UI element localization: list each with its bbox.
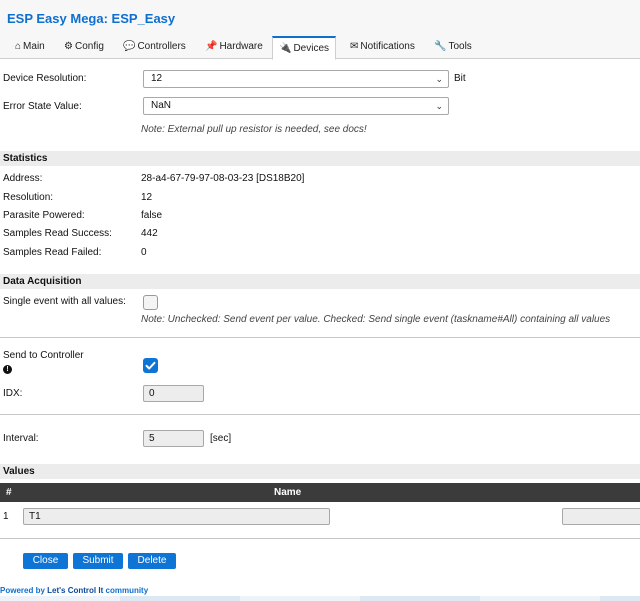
delete-button[interactable]: Delete [128, 553, 176, 569]
stat-value: 28-a4-67-79-97-08-03-23 [DS18B20] [141, 173, 305, 184]
tab-main-label: Main [23, 41, 45, 52]
tab-devices-label: Devices [293, 43, 330, 54]
interval-label: Interval: [3, 433, 39, 444]
stat-label: Address: [3, 173, 43, 184]
app-header: ESP Easy Mega: ESP_Easy [0, 0, 640, 36]
tab-hardware-label: Hardware [219, 41, 263, 52]
app-title: ESP Easy Mega: ESP_Easy [7, 11, 176, 26]
interval-unit: [sec] [210, 433, 232, 444]
stat-value: false [141, 210, 163, 221]
row-number: 1 [3, 511, 9, 522]
tab-hardware[interactable]: 📌 Hardware [199, 36, 269, 59]
plug-icon: 🔌 [279, 43, 292, 54]
wrench-icon: 🔧 [434, 41, 447, 52]
value-name-input[interactable]: T1 [23, 508, 330, 525]
stat-value: 442 [141, 228, 158, 239]
bottom-strip [0, 596, 640, 601]
footer-suffix: community [105, 586, 149, 595]
tab-devices[interactable]: 🔌 Devices [272, 36, 337, 60]
single-event-note: Note: Unchecked: Send event per value. C… [141, 314, 611, 325]
divider [0, 538, 640, 539]
col-name-header: Name [274, 487, 302, 498]
statistics-title: Statistics [3, 153, 48, 164]
close-button[interactable]: Close [23, 553, 68, 569]
tab-controllers[interactable]: 💬 Controllers [117, 36, 192, 59]
tab-main[interactable]: ⌂ Main [9, 36, 51, 59]
statistics-section: Statistics [0, 151, 640, 166]
idx-label: IDX: [3, 388, 23, 399]
nav-tabs: ⌂ Main ⚙ Config 💬 Controllers 📌 Hardware 🔌 De… [0, 35, 640, 60]
error-state-value: NaN [151, 100, 172, 111]
value-extra-input[interactable] [562, 508, 640, 525]
tab-config-label: Config [74, 41, 104, 52]
pullup-note: Note: External pull up resistor is neede… [141, 124, 367, 135]
submit-button[interactable]: Submit [73, 553, 123, 569]
divider [0, 414, 640, 415]
error-state-label: Error State Value: [3, 101, 82, 112]
stat-value: 12 [141, 192, 153, 203]
interval-input[interactable]: 5 [143, 430, 204, 447]
idx-input[interactable]: 0 [143, 385, 204, 402]
gear-icon: ⚙ [64, 41, 73, 52]
footer: Powered by Let's Control It community [0, 586, 148, 595]
data-acquisition-title: Data Acquisition [3, 276, 82, 287]
resolution-select[interactable]: 12 ⌄ [143, 70, 449, 88]
values-title: Values [3, 466, 35, 477]
tab-notifications-label: Notifications [360, 41, 415, 52]
resolution-label: Device Resolution: [3, 73, 87, 84]
footer-link[interactable]: Let's Control It [47, 586, 103, 595]
data-acquisition-section: Data Acquisition [0, 274, 640, 289]
single-event-label: Single event with all values: [3, 296, 126, 307]
chat-icon: 💬 [123, 41, 136, 52]
stat-label: Samples Read Failed: [3, 247, 102, 258]
send-to-controller-checkbox[interactable] [143, 358, 158, 373]
home-icon: ⌂ [15, 41, 22, 52]
info-icon[interactable]: ! [3, 365, 12, 374]
values-table-header: # Name [0, 483, 640, 502]
tab-notifications[interactable]: ✉ Notifications [344, 36, 421, 59]
tab-tools-label: Tools [448, 41, 472, 52]
stat-label: Samples Read Success: [3, 228, 112, 239]
values-section: Values [0, 464, 640, 479]
stat-label: Parasite Powered: [3, 210, 85, 221]
col-number-header: # [6, 487, 12, 498]
divider [0, 337, 640, 338]
resolution-unit: Bit [454, 73, 466, 84]
send-to-controller-label: Send to Controller [3, 350, 84, 361]
stat-label: Resolution: [3, 192, 54, 203]
mail-icon: ✉ [350, 41, 359, 52]
tab-config[interactable]: ⚙ Config [58, 36, 110, 59]
chevron-down-icon: ⌄ [435, 74, 443, 84]
chevron-down-icon: ⌄ [435, 101, 443, 111]
pin-icon: 📌 [205, 41, 218, 52]
error-state-select[interactable]: NaN ⌄ [143, 97, 449, 115]
stat-value: 0 [141, 247, 147, 258]
single-event-checkbox[interactable] [143, 295, 158, 310]
tab-tools[interactable]: 🔧 Tools [428, 36, 478, 59]
tab-controllers-label: Controllers [137, 41, 186, 52]
checkmark-icon [145, 361, 156, 370]
resolution-value: 12 [151, 73, 163, 84]
footer-prefix: Powered by [0, 586, 45, 595]
